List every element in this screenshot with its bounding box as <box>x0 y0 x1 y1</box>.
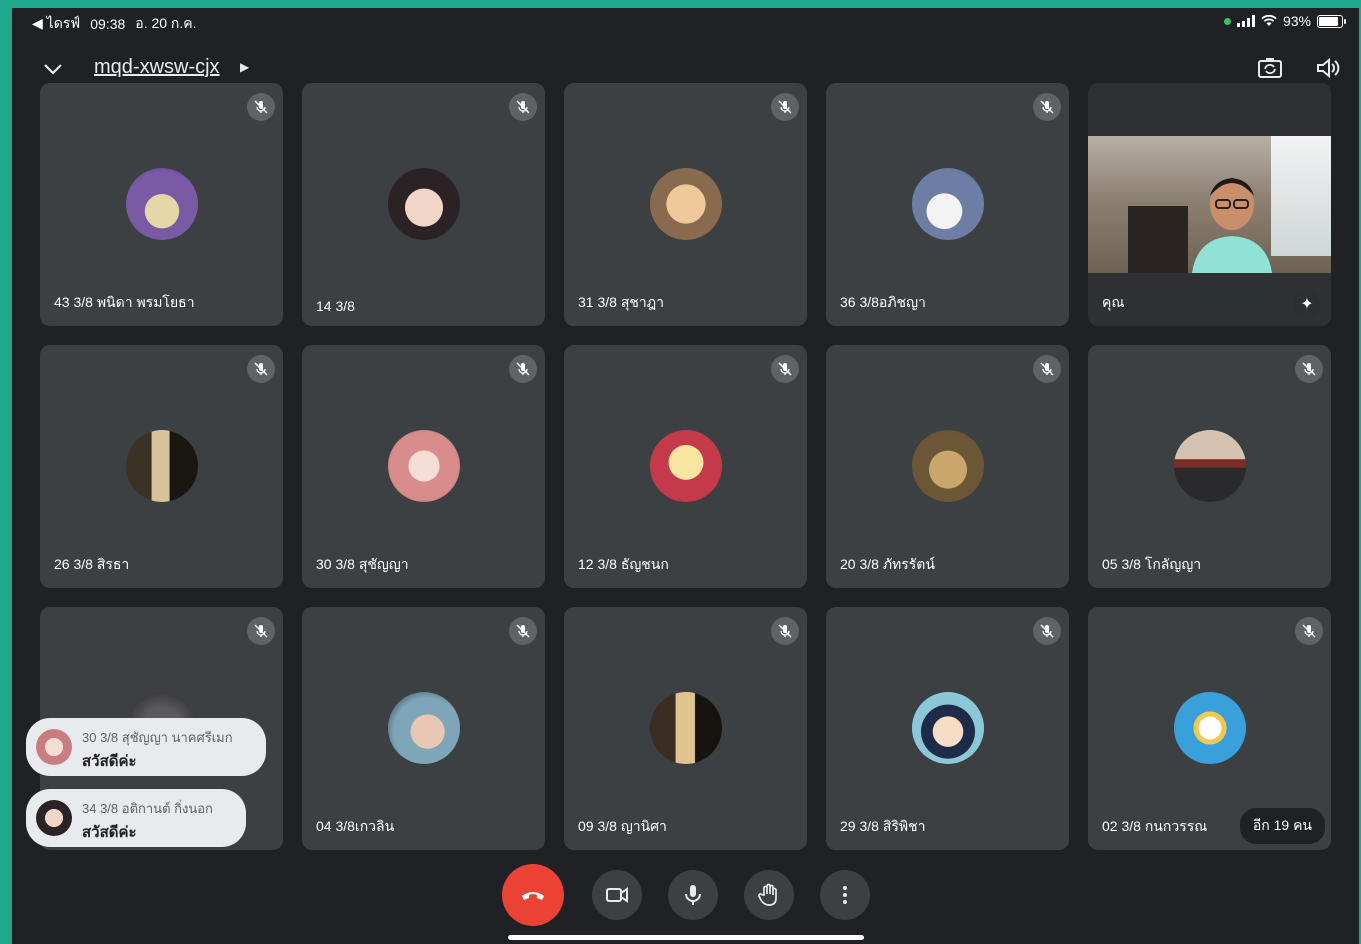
participant-tile[interactable]: 20 3/8 ภัทรรัตน์ <box>826 345 1069 588</box>
participant-tile[interactable]: 14 3/8 <box>302 83 545 326</box>
participant-tile[interactable]: 43 3/8 พนิดา พรมโยธา <box>40 83 283 326</box>
avatar <box>388 168 460 240</box>
participant-tile[interactable]: 26 3/8 สิรธา <box>40 345 283 588</box>
battery-percent: 93% <box>1282 13 1311 29</box>
avatar <box>1174 692 1246 764</box>
mic-off-icon <box>247 617 275 645</box>
meeting-code-link[interactable]: mqd-xwsw-cjx <box>94 56 220 79</box>
raise-hand-icon <box>758 883 777 906</box>
chat-message: สวัสดีค่ะ <box>82 753 137 770</box>
avatar <box>912 168 984 240</box>
mic-off-icon <box>1295 617 1323 645</box>
chat-message: สวัสดีค่ะ <box>82 824 137 841</box>
participant-tile[interactable]: 05 3/8 โกลัญญา <box>1088 345 1331 588</box>
avatar <box>36 729 72 765</box>
battery-icon <box>1317 14 1346 28</box>
participant-name: 36 3/8อภิชญา <box>840 294 926 310</box>
participant-name: 26 3/8 สิรธา <box>54 556 130 572</box>
avatar <box>912 430 984 502</box>
avatar <box>650 168 722 240</box>
caret-right-icon[interactable]: ▶ <box>240 60 249 74</box>
participant-name: 12 3/8 ธัญชนก <box>578 556 669 572</box>
status-date: อ. 20 ก.ค. <box>135 15 197 31</box>
participant-tile[interactable]: 31 3/8 สุชาฎา <box>564 83 807 326</box>
participant-tile[interactable]: 30 3/8 สุชัญญา <box>302 345 545 588</box>
participant-name: 14 3/8 <box>316 298 355 314</box>
participant-name: 05 3/8 โกลัญญา <box>1102 556 1202 572</box>
participant-name: คุณ <box>1102 294 1125 310</box>
avatar <box>1174 430 1246 502</box>
participant-tile[interactable]: 36 3/8อภิชญา <box>826 83 1069 326</box>
more-participants-badge[interactable]: อีก 19 คน <box>1239 808 1325 844</box>
back-to-app-link[interactable]: ◀ ไดรฟ์ <box>32 13 80 35</box>
microphone-button[interactable] <box>668 870 718 920</box>
mic-off-icon <box>771 617 799 645</box>
status-bar: ◀ ไดรฟ์ 09:38 อ. 20 ก.ค. 93% <box>12 8 1359 36</box>
speaker-icon[interactable] <box>1314 54 1342 82</box>
end-call-icon <box>522 892 544 900</box>
raise-hand-button[interactable] <box>744 870 794 920</box>
avatar <box>912 692 984 764</box>
self-view-tile[interactable]: คุณ ✦ <box>1088 83 1331 326</box>
avatar <box>388 692 460 764</box>
mic-off-icon <box>1033 617 1061 645</box>
participant-name: 30 3/8 สุชัญญา <box>316 556 409 572</box>
mic-off-icon <box>247 355 275 383</box>
mic-off-icon <box>1033 93 1061 121</box>
camera-in-use-indicator <box>1223 17 1231 25</box>
chat-bubble[interactable]: 34 3/8 อติกานต์ กิ่งนอก สวัสดีค่ะ <box>26 789 246 847</box>
switch-camera-icon[interactable] <box>1256 54 1284 82</box>
status-time: 09:38 <box>90 16 126 32</box>
sparkle-effects-icon[interactable]: ✦ <box>1293 290 1321 318</box>
participant-tile[interactable]: 09 3/8 ญานิศา <box>564 607 807 850</box>
mic-off-icon <box>509 617 537 645</box>
participant-name: 29 3/8 สิริพิชา <box>840 818 926 834</box>
participant-name: 43 3/8 พนิดา พรมโยธา <box>54 294 195 310</box>
mic-off-icon <box>1295 355 1323 383</box>
avatar <box>650 692 722 764</box>
participant-name: 20 3/8 ภัทรรัตน์ <box>840 556 935 572</box>
more-vert-icon <box>843 886 847 904</box>
participant-tile[interactable]: 29 3/8 สิริพิชา <box>826 607 1069 850</box>
participant-tile[interactable]: 04 3/8เกวลิน <box>302 607 545 850</box>
mic-off-icon <box>1033 355 1061 383</box>
more-options-button[interactable] <box>820 870 870 920</box>
mic-off-icon <box>509 93 537 121</box>
chat-sender: 34 3/8 อติกานต์ กิ่งนอก <box>82 801 213 816</box>
participant-name: 09 3/8 ญานิศา <box>578 818 667 834</box>
camera-icon <box>606 887 628 903</box>
cellular-signal-icon <box>1236 15 1255 27</box>
avatar <box>126 168 198 240</box>
mic-off-icon <box>509 355 537 383</box>
participant-name: 31 3/8 สุชาฎา <box>578 294 664 310</box>
mic-off-icon <box>771 355 799 383</box>
home-indicator[interactable] <box>508 935 864 940</box>
chat-bubble[interactable]: 30 3/8 สุชัญญา นาคศรีเมก สวัสดีค่ะ <box>26 718 266 776</box>
avatar <box>126 430 198 502</box>
avatar <box>650 430 722 502</box>
participant-tile[interactable]: 12 3/8 ธัญชนก <box>564 345 807 588</box>
participant-tile[interactable]: 02 3/8 กนกวรรณ อีก 19 คน <box>1088 607 1331 850</box>
microphone-icon <box>685 885 701 905</box>
participant-name: 02 3/8 กนกวรรณ <box>1102 818 1208 834</box>
avatar <box>388 430 460 502</box>
camera-button[interactable] <box>592 870 642 920</box>
participant-name: 04 3/8เกวลิน <box>316 818 395 834</box>
mic-off-icon <box>247 93 275 121</box>
wifi-icon <box>1261 15 1277 26</box>
self-camera-video <box>1088 136 1331 273</box>
chat-sender: 30 3/8 สุชัญญา นาคศรีเมก <box>82 730 233 745</box>
chevron-down-icon[interactable] <box>42 58 64 80</box>
avatar <box>36 800 72 836</box>
end-call-button[interactable] <box>502 864 564 926</box>
mic-off-icon <box>771 93 799 121</box>
meet-screen: ◀ ไดรฟ์ 09:38 อ. 20 ก.ค. 93% mqd-xwsw-cj… <box>12 8 1359 944</box>
